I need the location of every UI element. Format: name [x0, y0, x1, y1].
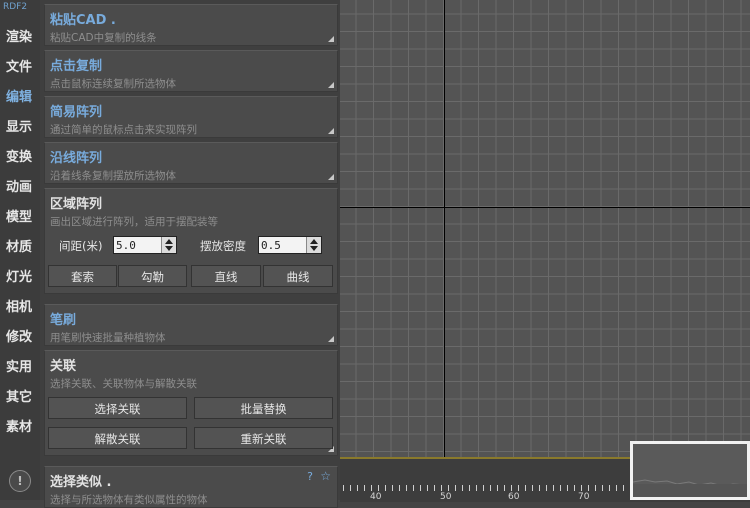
- lasso-button[interactable]: 套索: [48, 265, 117, 287]
- spin-up-icon[interactable]: [165, 239, 173, 244]
- rollout-simple-array[interactable]: 简易阵列 通过简单的鼠标点击来实现阵列: [44, 96, 338, 138]
- nav-material[interactable]: 材质: [0, 234, 38, 262]
- nav-utility[interactable]: 实用: [0, 354, 38, 382]
- expand-corner-icon[interactable]: [328, 128, 334, 134]
- rollout-select-similar[interactable]: 选择类似 . 选择与所选物体有类似属性的物体 ? ☆: [44, 466, 338, 508]
- rollout-title: 沿线阵列: [50, 151, 103, 166]
- expand-corner-icon[interactable]: [328, 82, 334, 88]
- density-label: 摆放密度: [200, 239, 246, 253]
- outline-button[interactable]: 勾勒: [118, 265, 187, 287]
- tool-panel: 粘贴CAD . 粘贴CAD中复制的线条 点击复制 点击鼠标连续复制所选物体 简易…: [40, 0, 340, 508]
- straight-line-button[interactable]: 直线: [191, 265, 261, 287]
- nav-other[interactable]: 其它: [0, 384, 38, 412]
- tick-label: 50: [440, 492, 452, 502]
- rollout-brush[interactable]: 笔刷 用笔刷快速批量种植物体: [44, 304, 338, 346]
- rollout-title: 选择类似 .: [50, 475, 112, 490]
- curve-button[interactable]: 曲线: [263, 265, 333, 287]
- batch-replace-button[interactable]: 批量替换: [194, 397, 333, 419]
- rollout-title[interactable]: 关联: [50, 355, 76, 374]
- relink-button[interactable]: 重新关联: [194, 427, 333, 449]
- spin-down-icon[interactable]: [310, 246, 318, 251]
- rollout-subtitle: 沿着线条复制摆放所选物体: [50, 170, 176, 182]
- star-icon[interactable]: ☆: [320, 469, 331, 483]
- rollout-subtitle: 选择关联、关联物体与解散关联: [50, 378, 197, 390]
- nav-display[interactable]: 显示: [0, 114, 38, 142]
- app-logo: RDF2: [3, 2, 28, 12]
- rollout-link: 关联 选择关联、关联物体与解散关联 选择关联 批量替换 解散关联 重新关联: [44, 350, 338, 456]
- rollout-title[interactable]: 区域阵列: [50, 193, 102, 212]
- expand-corner-icon[interactable]: [328, 36, 334, 42]
- nav-transform[interactable]: 变换: [0, 144, 38, 172]
- rollout-subtitle: 用笔刷快速批量种植物体: [50, 332, 166, 344]
- rollout-region-array: 区域阵列 画出区域进行阵列，适用于摆配装等 间距(米) 摆放密度 套索 勾勒 直…: [44, 188, 338, 294]
- rollout-subtitle: 画出区域进行阵列，适用于摆配装等: [50, 216, 218, 228]
- nav-camera[interactable]: 相机: [0, 294, 38, 322]
- density-input[interactable]: [261, 238, 301, 252]
- nav-animation[interactable]: 动画: [0, 174, 38, 202]
- nav-assets[interactable]: 素材: [0, 414, 38, 442]
- density-spinner[interactable]: [258, 236, 322, 254]
- spacing-label: 间距(米): [59, 239, 103, 253]
- tick-label: 60: [508, 492, 520, 502]
- info-icon[interactable]: !: [9, 470, 31, 492]
- spacing-spinner[interactable]: [113, 236, 177, 254]
- expand-corner-icon[interactable]: [328, 336, 334, 342]
- nav-light[interactable]: 灯光: [0, 264, 38, 292]
- rollout-paste-cad[interactable]: 粘贴CAD . 粘贴CAD中复制的线条: [44, 4, 338, 46]
- rollout-title: 粘贴CAD .: [50, 13, 116, 28]
- rollout-subtitle: 点击鼠标连续复制所选物体: [50, 78, 176, 90]
- spin-down-icon[interactable]: [165, 246, 173, 251]
- unlink-button[interactable]: 解散关联: [48, 427, 187, 449]
- minimap-terrain-icon: [633, 479, 747, 497]
- help-icon[interactable]: ?: [307, 470, 313, 483]
- tick-label: 40: [370, 492, 382, 502]
- spin-up-icon[interactable]: [310, 239, 318, 244]
- minimap-preview[interactable]: [630, 441, 750, 500]
- rollout-title: 简易阵列: [50, 105, 103, 120]
- tick-label: 70: [578, 492, 590, 502]
- spinner-arrows[interactable]: [306, 237, 321, 253]
- axis-vertical: [444, 0, 445, 460]
- nav-modify[interactable]: 修改: [0, 324, 38, 352]
- expand-corner-icon[interactable]: [328, 174, 334, 180]
- spacing-input[interactable]: [116, 238, 156, 252]
- nav-model[interactable]: 模型: [0, 204, 38, 232]
- viewport-grid[interactable]: [340, 0, 750, 460]
- rollout-title: 点击复制: [50, 59, 103, 74]
- rollout-subtitle: 粘贴CAD中复制的线条: [50, 32, 157, 44]
- nav-render[interactable]: 渲染: [0, 24, 38, 52]
- select-linked-button[interactable]: 选择关联: [48, 397, 187, 419]
- rollout-subtitle: 通过简单的鼠标点击来实现阵列: [50, 124, 197, 136]
- nav-edit[interactable]: 编辑: [0, 84, 38, 112]
- rollout-click-copy[interactable]: 点击复制 点击鼠标连续复制所选物体: [44, 50, 338, 92]
- spinner-arrows[interactable]: [161, 237, 176, 253]
- axis-horizontal: [340, 207, 750, 208]
- rollout-line-array[interactable]: 沿线阵列 沿着线条复制摆放所选物体: [44, 142, 338, 184]
- rollout-title: 笔刷: [50, 313, 77, 328]
- category-sidebar: RDF2 渲染 文件 编辑 显示 变换 动画 模型 材质 灯光 相机 修改 实用…: [0, 0, 41, 500]
- nav-file[interactable]: 文件: [0, 54, 38, 82]
